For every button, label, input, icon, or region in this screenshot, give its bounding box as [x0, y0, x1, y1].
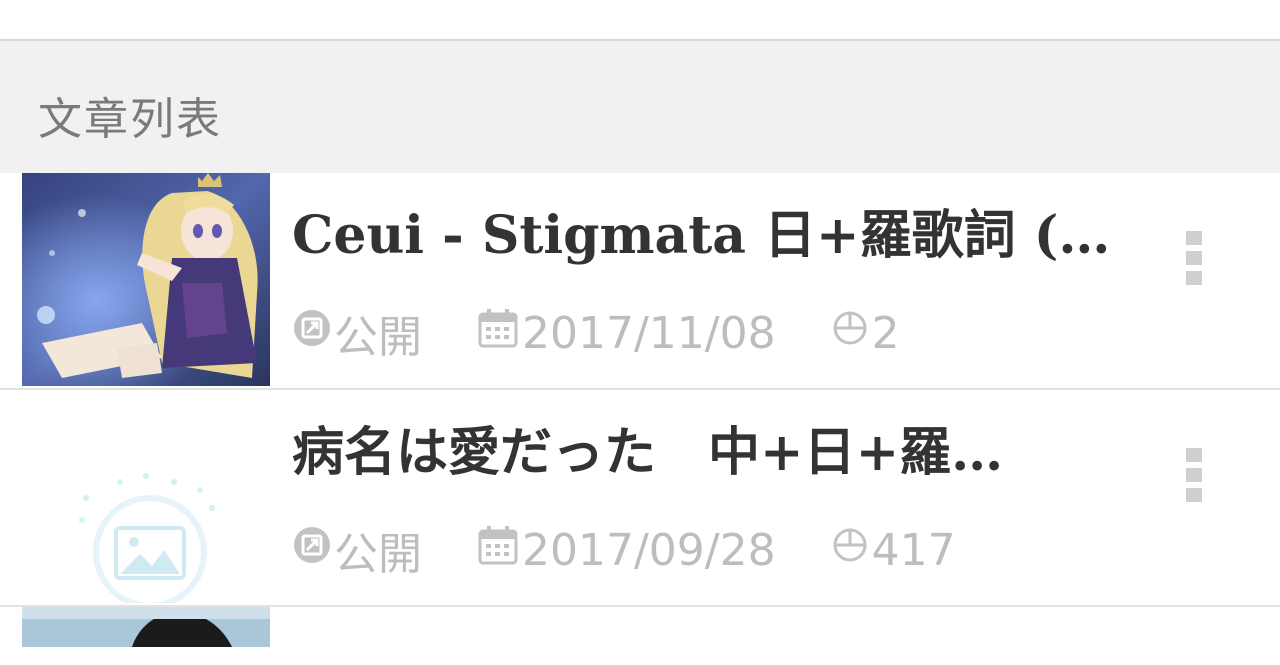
- post-item-partial[interactable]: [0, 607, 1280, 647]
- post-item[interactable]: 病名は愛だった 中+日+羅… 公開 2017/09/28 417: [0, 390, 1280, 607]
- visibility-label: 公開: [334, 312, 422, 363]
- post-thumbnail[interactable]: [22, 390, 270, 603]
- post-item[interactable]: Ceui - Stigmata 日+羅歌詞 (… 公開 2017/11/08 2: [0, 173, 1280, 390]
- post-thumbnail[interactable]: [22, 173, 270, 386]
- visibility-meta: 公開: [292, 518, 422, 582]
- post-thumbnail[interactable]: [22, 607, 270, 647]
- views-meta: 417: [830, 525, 956, 576]
- photo-thumbnail-image: [22, 607, 270, 647]
- visibility-meta: 公開: [292, 301, 422, 365]
- placeholder-image-icon: [22, 390, 270, 603]
- calendar-icon: [476, 523, 520, 578]
- post-meta: 公開 2017/: [292, 305, 954, 363]
- section-title: 文章列表: [38, 94, 222, 145]
- visibility-label: 公開: [334, 529, 422, 580]
- post-meta: 公開 2017/: [292, 522, 1010, 580]
- date-label: 2017/11/08: [522, 307, 776, 359]
- date-meta: 2017/09/28: [476, 523, 776, 578]
- views-label: 417: [871, 524, 956, 576]
- top-bar: [0, 0, 1280, 41]
- post-list: Ceui - Stigmata 日+羅歌詞 (… 公開 2017/11/08 2…: [0, 173, 1280, 647]
- more-vertical-icon[interactable]: [1180, 231, 1208, 295]
- views-label: 2: [871, 307, 900, 359]
- anime-illustration-image: [22, 173, 270, 386]
- public-icon: [292, 308, 332, 359]
- more-vertical-icon[interactable]: [1180, 448, 1208, 512]
- post-title[interactable]: 病名は愛だった 中+日+羅…: [292, 420, 1142, 486]
- date-meta: 2017/11/08: [476, 306, 776, 361]
- calendar-icon: [476, 306, 520, 361]
- post-title[interactable]: Ceui - Stigmata 日+羅歌詞 (…: [292, 203, 1142, 269]
- public-icon: [292, 525, 332, 576]
- views-icon: [830, 308, 870, 359]
- views-meta: 2: [830, 308, 900, 359]
- views-icon: [830, 525, 870, 576]
- date-label: 2017/09/28: [522, 524, 776, 576]
